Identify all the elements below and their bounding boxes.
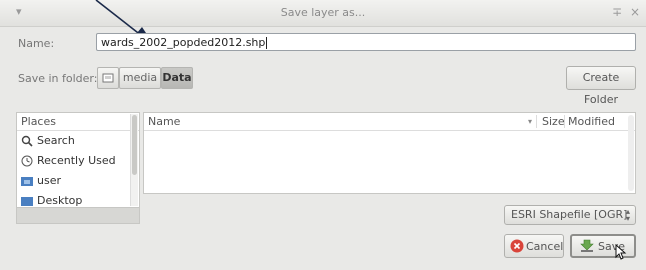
name-label: Name: [18, 37, 55, 50]
sort-arrow-icon: ▾ [528, 117, 533, 126]
places-panel: Places Search Recently Used user Desktop [16, 112, 140, 208]
column-name[interactable]: Name [148, 113, 180, 130]
place-item-desktop[interactable]: Desktop [17, 191, 139, 207]
name-input[interactable]: wards_2002_popded2012.shp [96, 33, 636, 51]
file-list-scrollbar[interactable] [628, 115, 634, 191]
place-label-recently-used: Recently Used [37, 154, 116, 167]
mouse-cursor-icon [614, 244, 628, 260]
drive-icon [102, 73, 114, 83]
places-scroll-thumb[interactable] [132, 115, 137, 175]
file-list[interactable]: Name ▾ Size Modified [143, 112, 636, 194]
place-item-search[interactable]: Search [17, 131, 139, 151]
annotation-arrow [95, 0, 154, 45]
column-divider[interactable] [536, 115, 537, 128]
place-label-search: Search [37, 134, 75, 147]
file-type-select[interactable]: ESRI Shapefile [OGR] ▴ ▾ [504, 205, 636, 225]
save-layer-dialog: ▾ Save layer as... ∓ × Name: wards_2002_… [0, 0, 646, 270]
path-segment-data[interactable]: Data [161, 67, 193, 89]
create-folder-button[interactable]: Create Folder [566, 66, 636, 106]
drive-button[interactable] [97, 67, 119, 89]
cancel-button[interactable]: Cancel [504, 234, 564, 258]
places-header[interactable]: Places [17, 113, 139, 131]
save-in-folder-label: Save in folder: [18, 72, 98, 85]
recent-clock-icon [21, 155, 33, 167]
search-icon [21, 135, 33, 147]
path-segment-media[interactable]: media [119, 67, 161, 89]
cancel-icon [510, 239, 524, 253]
select-arrows-icon: ▴ ▾ [625, 207, 630, 223]
places-scrollbar[interactable] [130, 114, 138, 206]
text-caret [266, 37, 268, 49]
save-icon [580, 239, 594, 253]
name-input-value: wards_2002_popded2012.shp [101, 36, 266, 49]
column-modified[interactable]: Modified [568, 113, 615, 130]
place-label-desktop: Desktop [37, 194, 83, 207]
column-size[interactable]: Size [542, 113, 565, 130]
cancel-label: Cancel [526, 240, 564, 253]
place-item-recently-used[interactable]: Recently Used [17, 151, 139, 171]
file-type-selected: ESRI Shapefile [OGR] [511, 208, 628, 221]
home-folder-icon [21, 175, 33, 187]
places-footer [16, 208, 140, 224]
desktop-icon [21, 195, 33, 207]
column-divider[interactable] [564, 115, 565, 128]
file-list-header: Name ▾ Size Modified [144, 113, 635, 131]
place-label-user: user [37, 174, 61, 187]
place-item-user[interactable]: user [17, 171, 139, 191]
save-button[interactable]: Save [570, 234, 636, 260]
